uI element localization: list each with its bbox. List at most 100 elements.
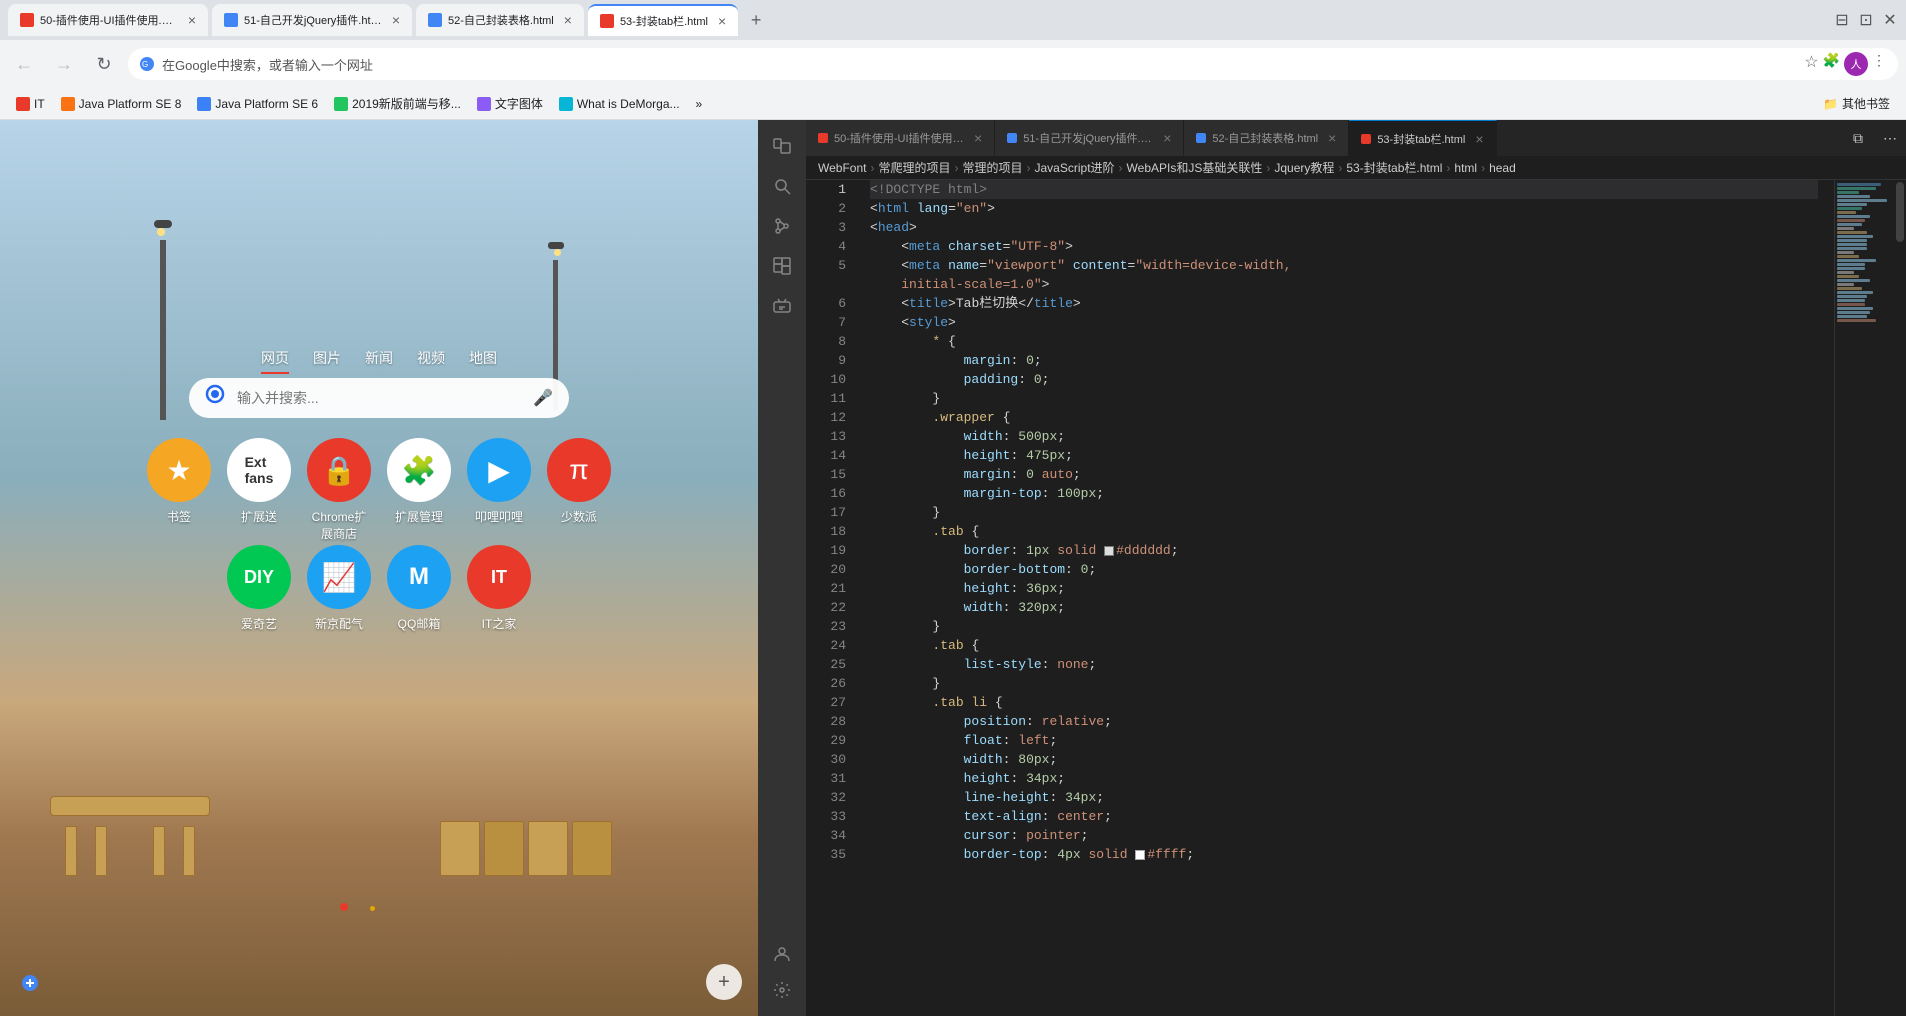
profile-icon[interactable]: 人: [1844, 52, 1868, 76]
browser-tab-4[interactable]: 53-封装tab栏.html ×: [588, 4, 738, 36]
refresh-button[interactable]: ↻: [88, 48, 120, 80]
shortcuts-row-1: ★ 书签 Extfans 扩展送 🔒 Chrome扩展商店 🧩 扩展管理 ▶ 叩…: [147, 438, 611, 542]
vscode-scrollbar[interactable]: [1894, 180, 1906, 1016]
new-tab-button[interactable]: +: [742, 6, 770, 34]
bookmark-label-it: IT: [34, 97, 45, 111]
close-window-button[interactable]: ✕: [1882, 12, 1898, 28]
breadcrumb-file[interactable]: 53-封装tab栏.html: [1346, 159, 1442, 176]
extensions-icon[interactable]: [764, 248, 800, 284]
shortcut-icon-ithome: IT: [467, 545, 531, 609]
line-num-3: 3: [814, 218, 846, 237]
shortcut-label-iqiyi: 爱奇艺: [241, 615, 277, 632]
address-bar[interactable]: G 在Google中搜索，或者输入一个网址 ☆ 🧩 人 ⋮: [128, 48, 1898, 80]
nav-tab-video[interactable]: 视频: [417, 348, 445, 374]
bookmark-course[interactable]: 2019新版前端与移...: [330, 95, 465, 112]
shortcut-iqiyi[interactable]: DIY 爱奇艺: [227, 545, 291, 632]
minimap-line-31: [1837, 303, 1865, 306]
bookmark-favicon-java8: [61, 97, 75, 111]
baidu-logo: [205, 384, 229, 413]
breadcrumb-head[interactable]: head: [1489, 161, 1516, 175]
bookmark-it[interactable]: IT: [12, 97, 49, 111]
vs-tab-close-4[interactable]: ×: [1475, 131, 1483, 147]
vs-tab-close-3[interactable]: ×: [1328, 130, 1336, 146]
breadcrumb-webfont[interactable]: WebFont: [818, 161, 866, 175]
nav-tab-news[interactable]: 新闻: [365, 348, 393, 374]
code-line-20: border-bottom: 0;: [870, 560, 1818, 579]
breadcrumb-project1[interactable]: 常爬理的项目: [878, 159, 950, 176]
remote-icon[interactable]: [764, 288, 800, 324]
extension-icon[interactable]: 🧩: [1823, 52, 1840, 76]
lamp-head-left: [154, 220, 172, 228]
nav-tab-images[interactable]: 图片: [313, 348, 341, 374]
shortcut-bookmark[interactable]: ★ 书签: [147, 438, 211, 542]
shortcut-bilibili[interactable]: ▶ 叩哩叩哩: [467, 438, 531, 542]
line-num-26: 26: [814, 674, 846, 693]
shortcut-sspai[interactable]: π 少数派: [547, 438, 611, 542]
breadcrumb-html[interactable]: html: [1454, 161, 1477, 175]
shortcut-chrome-store[interactable]: 🔒 Chrome扩展商店: [307, 438, 371, 542]
minimap-line-6: [1837, 203, 1867, 206]
breadcrumb-jsadvanced[interactable]: JavaScript进阶: [1035, 159, 1115, 176]
breadcrumb-project2[interactable]: 常理的项目: [962, 159, 1022, 176]
tab-controls: ⊟ ⊡ ✕: [1834, 12, 1898, 28]
account-icon[interactable]: [764, 936, 800, 972]
vscode-tab-2[interactable]: 51-自己开发jQuery插件.html ×: [995, 120, 1184, 156]
bookmark-demorga[interactable]: What is DeMorga...: [555, 97, 684, 111]
tab-close-3[interactable]: ×: [564, 12, 572, 28]
bookmark-java6[interactable]: Java Platform SE 6: [193, 97, 322, 111]
scrollbar-thumb[interactable]: [1896, 182, 1904, 242]
bookmark-star-icon[interactable]: ☆: [1804, 52, 1818, 76]
split-editor-button[interactable]: ⧉: [1842, 120, 1874, 156]
code-line-29: float: left;: [870, 731, 1818, 750]
forward-button[interactable]: →: [48, 48, 80, 80]
address-text: 在Google中搜索，或者输入一个网址: [162, 55, 1796, 74]
code-editor[interactable]: <!DOCTYPE html> <html lang="en"> <head> …: [854, 180, 1834, 1016]
browser-tab-1[interactable]: 50-插件使用-UI插件使用.html ×: [8, 4, 208, 36]
nav-tab-map[interactable]: 地图: [469, 348, 497, 374]
baidu-search-bar[interactable]: 🎤: [189, 378, 569, 418]
bookmark-java8[interactable]: Java Platform SE 8: [57, 97, 186, 111]
tab-close-1[interactable]: ×: [188, 12, 196, 28]
shortcut-icon-bookmark: ★: [147, 438, 211, 502]
tab-close-4[interactable]: ×: [718, 13, 726, 29]
more-actions-button[interactable]: ⋯: [1874, 120, 1906, 156]
code-line-5b: initial-scale=1.0">: [870, 275, 1818, 294]
vs-tab-close-2[interactable]: ×: [1163, 130, 1171, 146]
shortcut-extfans[interactable]: Extfans 扩展送: [227, 438, 291, 542]
minimize-button[interactable]: ⊟: [1834, 12, 1850, 28]
shortcuts-row-2: DIY 爱奇艺 📈 新京配气 M QQ邮箱 IT IT之家: [227, 545, 531, 632]
shortcut-icon-bilibili: ▶: [467, 438, 531, 502]
browser-tab-2[interactable]: 51-自己开发jQuery插件.html ×: [212, 4, 412, 36]
vscode-tab-4[interactable]: 53-封装tab栏.html ×: [1349, 120, 1496, 156]
bookmark-folder[interactable]: 📁 其他书签: [1819, 95, 1894, 112]
settings-icon[interactable]: [764, 972, 800, 1008]
maximize-button[interactable]: ⊡: [1858, 12, 1874, 28]
vs-tab-close-1[interactable]: ×: [974, 130, 982, 146]
vs-tab-title-4: 53-封装tab栏.html: [1377, 131, 1465, 147]
browser-chrome: 50-插件使用-UI插件使用.html × 51-自己开发jQuery插件.ht…: [0, 0, 1906, 120]
shortcut-xjpq[interactable]: 📈 新京配气: [307, 545, 371, 632]
line-num-6: 6: [814, 294, 846, 313]
explorer-icon[interactable]: [764, 128, 800, 164]
vscode-tab-1[interactable]: 50-插件使用-UI插件使用.html ×: [806, 120, 995, 156]
voice-search-icon[interactable]: 🎤: [533, 388, 553, 408]
more-button[interactable]: ⋮: [1872, 52, 1886, 76]
add-shortcut-button[interactable]: +: [706, 964, 742, 1000]
bookmark-more-indicator[interactable]: »: [692, 97, 707, 111]
vscode-tab-3[interactable]: 52-自己封装表格.html ×: [1184, 120, 1349, 156]
shortcut-qqmail[interactable]: M QQ邮箱: [387, 545, 451, 632]
search-icon[interactable]: [764, 168, 800, 204]
shortcut-label-xjpq: 新京配气: [315, 615, 363, 632]
shortcut-ext-manage[interactable]: 🧩 扩展管理: [387, 438, 451, 542]
search-input[interactable]: [237, 390, 525, 406]
back-button[interactable]: ←: [8, 48, 40, 80]
bookmark-font[interactable]: 文字图体: [473, 95, 547, 112]
browser-tab-3[interactable]: 52-自己封装表格.html ×: [416, 4, 584, 36]
tab-close-2[interactable]: ×: [392, 12, 400, 28]
minimap-line-26: [1837, 283, 1854, 286]
breadcrumb-webapis[interactable]: WebAPIs和JS基础关联性: [1127, 159, 1263, 176]
source-control-icon[interactable]: [764, 208, 800, 244]
shortcut-ithome[interactable]: IT IT之家: [467, 545, 531, 632]
nav-tab-web[interactable]: 网页: [261, 348, 289, 374]
breadcrumb-jquery[interactable]: Jquery教程: [1274, 159, 1334, 176]
